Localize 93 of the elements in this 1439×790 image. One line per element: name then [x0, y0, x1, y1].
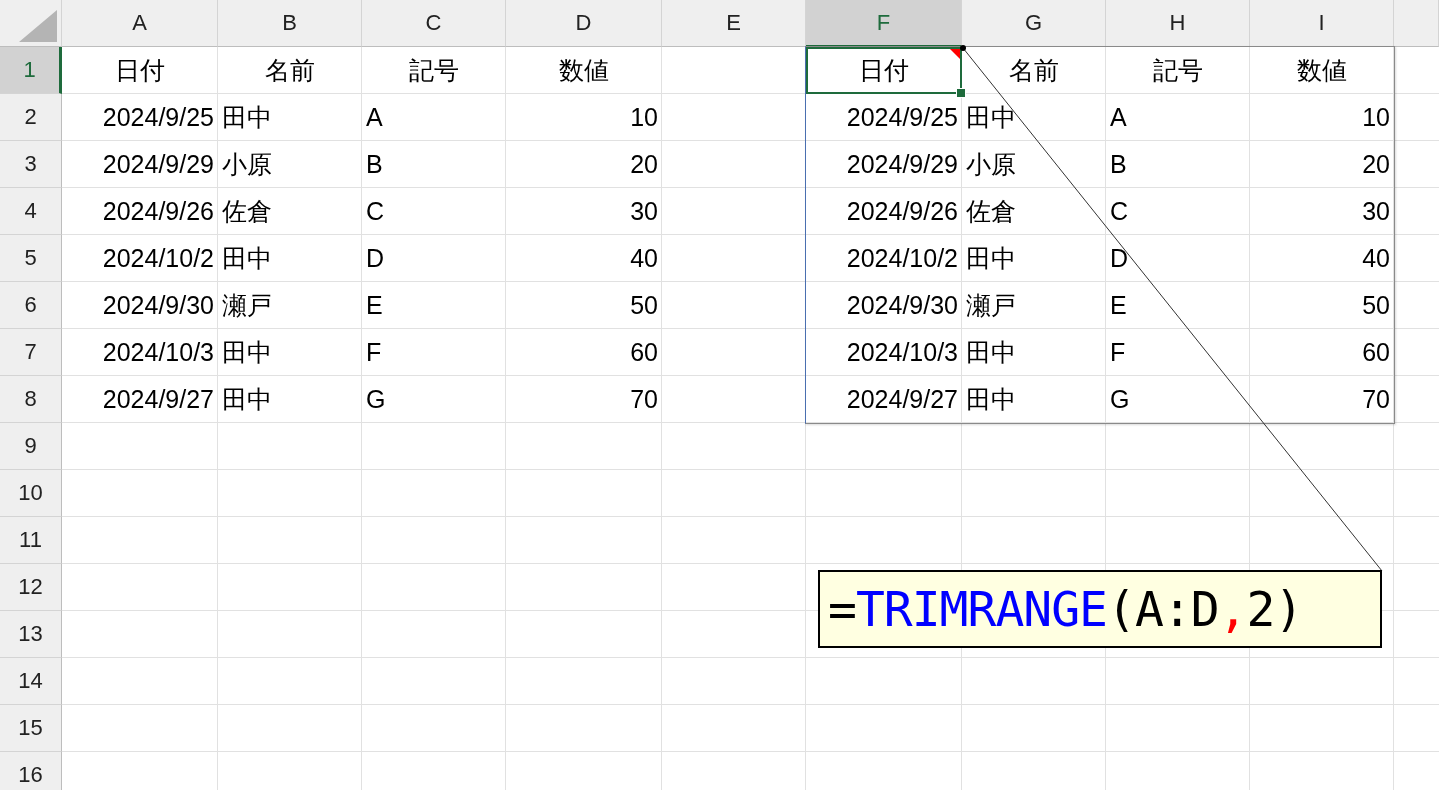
table-cell-text: 2024/9/26 [101, 196, 215, 227]
table-cell-text: F [365, 337, 383, 368]
row-header[interactable]: 15 [0, 705, 62, 752]
table-cell-text: 2024/10/2 [101, 243, 215, 274]
table-cell-text: 瀬戸 [965, 290, 1017, 321]
header-cell-text: 記号 [408, 55, 460, 86]
table-cell-text: 2024/9/27 [101, 384, 215, 415]
table-cell-text: 60 [1361, 337, 1391, 368]
column-header[interactable]: D [506, 0, 662, 47]
table-cell-text: 田中 [965, 243, 1017, 274]
row-header[interactable]: 4 [0, 188, 62, 235]
row-header[interactable]: 14 [0, 658, 62, 705]
row-header[interactable]: 3 [0, 141, 62, 188]
table-cell-text: 50 [1361, 290, 1391, 321]
column-header[interactable]: A [62, 0, 218, 47]
table-cell-text: 10 [1361, 102, 1391, 133]
table-cell-text: A [365, 102, 384, 133]
column-header[interactable]: G [962, 0, 1106, 47]
table-cell-text: 30 [1361, 196, 1391, 227]
table-cell-text: 小原 [221, 149, 273, 180]
table-cell-text: 田中 [965, 384, 1017, 415]
table-cell-text: A [1109, 102, 1128, 133]
table-cell-text: C [365, 196, 386, 227]
table-cell-text: 小原 [965, 149, 1017, 180]
row-header[interactable]: 10 [0, 470, 62, 517]
column-header[interactable] [1394, 0, 1439, 47]
column-header[interactable]: I [1250, 0, 1394, 47]
table-cell-text: B [1109, 149, 1128, 180]
table-cell-text: 田中 [965, 102, 1017, 133]
header-cell-text: 記号 [1152, 55, 1204, 86]
table-cell-text: 40 [629, 243, 659, 274]
column-header[interactable]: F [806, 0, 962, 47]
row-header[interactable]: 1 [0, 47, 62, 94]
table-cell-text: 田中 [221, 337, 273, 368]
table-cell-text: 20 [629, 149, 659, 180]
header-cell-text: 日付 [114, 55, 166, 86]
row-header[interactable]: 5 [0, 235, 62, 282]
table-cell-text: 佐倉 [965, 196, 1017, 227]
column-header[interactable]: H [1106, 0, 1250, 47]
table-cell-text: 2024/9/30 [845, 290, 959, 321]
table-cell-text: 2024/10/3 [101, 337, 215, 368]
row-header[interactable]: 8 [0, 376, 62, 423]
row-header[interactable]: 2 [0, 94, 62, 141]
table-cell-text: 田中 [221, 243, 273, 274]
table-cell-text: 60 [629, 337, 659, 368]
table-cell-text: E [1109, 290, 1128, 321]
row-header[interactable]: 9 [0, 423, 62, 470]
row-header[interactable]: 16 [0, 752, 62, 790]
table-cell-text: 70 [1361, 384, 1391, 415]
table-cell-text: 20 [1361, 149, 1391, 180]
table-cell-text: 2024/10/2 [845, 243, 959, 274]
table-cell-text: G [365, 384, 387, 415]
table-cell-text: D [365, 243, 386, 274]
row-header[interactable]: 7 [0, 329, 62, 376]
table-cell-text: 田中 [965, 337, 1017, 368]
table-cell-text: 2024/10/3 [845, 337, 959, 368]
table-cell-text: 2024/9/29 [101, 149, 215, 180]
table-cell-text: 40 [1361, 243, 1391, 274]
table-cell-text: B [365, 149, 384, 180]
table-cell-text: 2024/9/26 [845, 196, 959, 227]
table-cell-text: G [1109, 384, 1131, 415]
row-header[interactable]: 6 [0, 282, 62, 329]
formula-callout: =TRIMRANGE(A:D,2) [818, 570, 1382, 648]
table-cell-text: C [1109, 196, 1130, 227]
table-cell-text: 2024/9/25 [845, 102, 959, 133]
table-cell-text: 佐倉 [221, 196, 273, 227]
table-cell-text: 50 [629, 290, 659, 321]
column-header[interactable]: E [662, 0, 806, 47]
row-header[interactable]: 11 [0, 517, 62, 564]
table-cell-text: 田中 [221, 384, 273, 415]
table-cell-text: 30 [629, 196, 659, 227]
select-all-icon[interactable] [19, 10, 57, 42]
table-cell-text: 2024/9/27 [845, 384, 959, 415]
table-cell-text: 瀬戸 [221, 290, 273, 321]
fill-handle[interactable] [956, 88, 966, 98]
table-cell-text: 2024/9/25 [101, 102, 215, 133]
header-cell-text: 名前 [1008, 55, 1060, 86]
column-header[interactable]: B [218, 0, 362, 47]
table-cell-text: 田中 [221, 102, 273, 133]
table-cell-text: 70 [629, 384, 659, 415]
row-header[interactable]: 13 [0, 611, 62, 658]
table-cell-text: D [1109, 243, 1130, 274]
row-header[interactable]: 12 [0, 564, 62, 611]
table-cell-text: 2024/9/29 [845, 149, 959, 180]
header-cell-text: 数値 [558, 55, 610, 86]
header-cell: 日付 [806, 47, 962, 94]
table-cell-text: F [1109, 337, 1127, 368]
header-cell-text: 名前 [264, 55, 316, 86]
header-cell-text: 数値 [1296, 55, 1348, 86]
table-cell-text: E [365, 290, 384, 321]
table-cell-text: 2024/9/30 [101, 290, 215, 321]
table-cell-text: 10 [629, 102, 659, 133]
column-header[interactable]: C [362, 0, 506, 47]
